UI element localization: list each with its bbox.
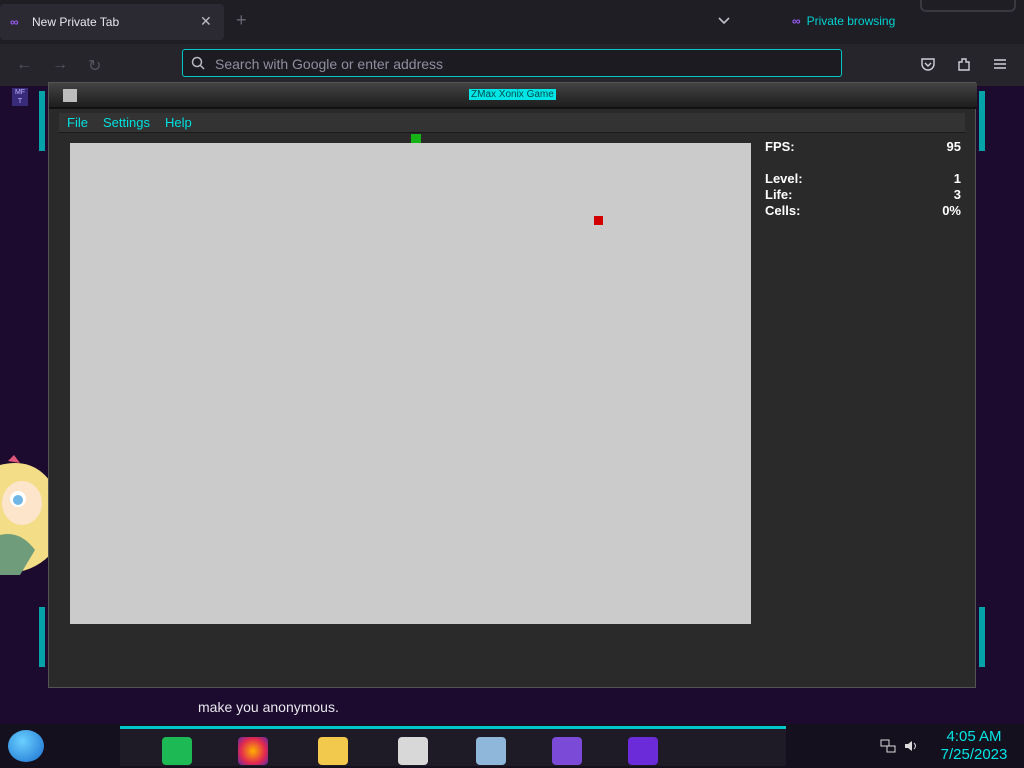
frame-decoration: [979, 91, 985, 151]
address-placeholder: Search with Google or enter address: [215, 56, 444, 72]
chevron-down-icon[interactable]: [717, 14, 731, 28]
life-label: Life:: [765, 187, 793, 202]
cells-label: Cells:: [765, 203, 801, 218]
frame-decoration: [39, 91, 45, 151]
tab-new-private[interactable]: ∞ New Private Tab ✕: [0, 4, 224, 40]
cells-value: 0%: [942, 203, 961, 218]
menu-help[interactable]: Help: [165, 115, 192, 130]
extensions-icon[interactable]: [956, 56, 972, 72]
firefox-icon[interactable]: [238, 737, 268, 765]
xonix-game-icon[interactable]: [398, 737, 428, 765]
taskbar-apps: [120, 726, 786, 766]
chat-app-icon[interactable]: [162, 737, 192, 765]
level-row: Level: 1: [765, 171, 961, 187]
private-browser-icon[interactable]: [628, 737, 658, 765]
level-label: Level:: [765, 171, 803, 186]
address-bar[interactable]: Search with Google or enter address: [182, 49, 842, 77]
tab-bar: ∞ New Private Tab ✕ + ∞ Private browsing: [0, 0, 1024, 44]
player-marker: [411, 134, 421, 143]
bookmark-icon[interactable]: MF T: [12, 88, 28, 106]
window-title: ZMax Xonix Game: [469, 89, 556, 100]
level-value: 1: [953, 171, 961, 186]
menu-icon[interactable]: [992, 56, 1008, 72]
close-icon[interactable]: ✕: [200, 13, 212, 30]
enemy-ball: [594, 216, 603, 225]
volume-icon[interactable]: [904, 739, 920, 753]
cells-row: Cells: 0%: [765, 203, 961, 219]
stats-panel: FPS: 95 Level: 1 Life: 3 Cells: 0%: [765, 139, 961, 219]
clock-date: 7/25/2023: [940, 746, 1008, 763]
back-icon[interactable]: ←: [16, 56, 32, 74]
private-mask-icon: ∞: [10, 15, 19, 29]
taskbar: 4:05 AM 7/25/2023: [0, 724, 1024, 768]
private-info-text: make you anonymous.: [198, 699, 339, 715]
menu-settings[interactable]: Settings: [103, 115, 150, 130]
visual-studio-icon[interactable]: [552, 737, 582, 765]
file-explorer-icon[interactable]: [318, 737, 348, 765]
menu-file[interactable]: File: [67, 115, 88, 130]
clock-time: 4:05 AM: [946, 728, 1002, 745]
window-controls-frame: [920, 0, 1016, 12]
fps-row: FPS: 95: [765, 139, 961, 155]
private-browsing-label: Private browsing: [806, 14, 896, 28]
menu-bar: File Settings Help: [59, 113, 965, 133]
system-clock[interactable]: 4:05 AM 7/25/2023: [936, 728, 1012, 764]
fps-label: FPS:: [765, 139, 795, 154]
pocket-icon[interactable]: [920, 56, 936, 72]
frame-decoration: [39, 607, 45, 667]
app-icon[interactable]: [63, 89, 77, 102]
fps-value: 95: [946, 139, 961, 154]
reload-icon[interactable]: ↻: [88, 56, 101, 76]
game-window: ZMax Xonix Game File Settings Help FPS: …: [39, 82, 985, 688]
life-row: Life: 3: [765, 187, 961, 203]
title-bar[interactable]: ZMax Xonix Game: [49, 83, 977, 109]
frame-decoration: [979, 607, 985, 667]
forward-icon[interactable]: →: [52, 56, 68, 74]
life-value: 3: [953, 187, 961, 202]
network-app-icon[interactable]: [476, 737, 506, 765]
new-tab-button[interactable]: +: [236, 10, 247, 31]
private-mask-icon: ∞: [792, 14, 801, 28]
tab-title: New Private Tab: [32, 15, 120, 29]
nav-bar: ← → ↻ Search with Google or enter addres…: [0, 44, 1024, 86]
network-icon[interactable]: [880, 739, 896, 753]
game-playfield[interactable]: [70, 143, 751, 624]
private-browsing-indicator: ∞ Private browsing: [792, 14, 895, 28]
search-icon: [191, 56, 205, 70]
start-button[interactable]: [8, 730, 44, 762]
